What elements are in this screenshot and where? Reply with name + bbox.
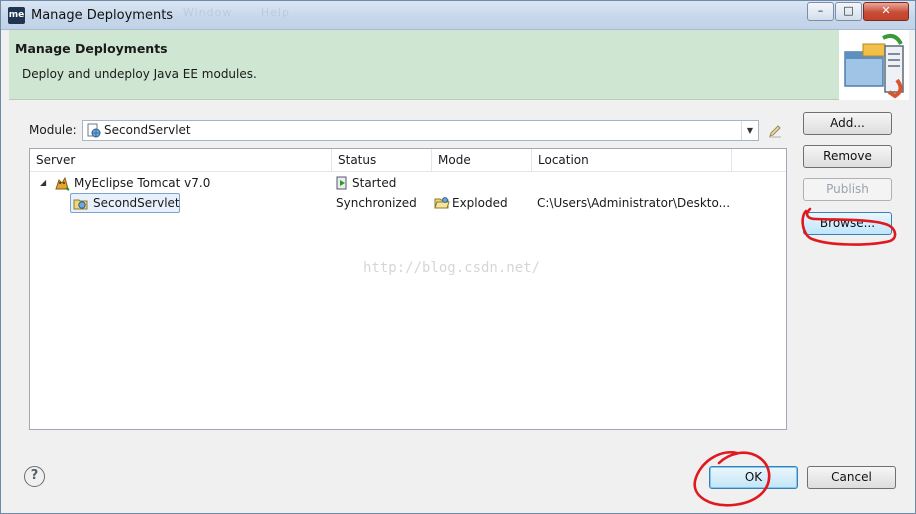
- minimize-button[interactable]: –: [807, 2, 834, 21]
- header-description: Deploy and undeploy Java EE modules.: [22, 67, 257, 81]
- myeclipse-app-icon: me: [8, 7, 25, 24]
- status-text: Synchronized: [336, 196, 417, 210]
- location-text: C:\Users\Administrator\Deskto...: [537, 196, 731, 210]
- server-name: MyEclipse Tomcat v7.0: [74, 176, 211, 190]
- cancel-button[interactable]: Cancel: [807, 466, 896, 489]
- header-title: Manage Deployments: [15, 41, 168, 56]
- dialog-header: Manage Deployments Deploy and undeploy J…: [9, 30, 909, 100]
- background-menu-ghost: ... Window Help: [141, 6, 314, 19]
- column-header-location[interactable]: Location: [532, 149, 732, 172]
- selected-module-item[interactable]: SecondServlet: [70, 193, 180, 213]
- exploded-folder-icon: [434, 197, 450, 209]
- table-row[interactable]: ◢ MyEclipse Tomcat v7.0 Started: [30, 173, 786, 193]
- title-bar[interactable]: me Manage Deployments ... Window Help – …: [1, 1, 915, 30]
- column-header-mode[interactable]: Mode: [432, 149, 532, 172]
- status-text: Started: [352, 176, 397, 190]
- maximize-button[interactable]: □: [835, 2, 862, 21]
- module-combo[interactable]: SecondServlet ▼: [82, 120, 759, 141]
- browse-button[interactable]: Browse...: [803, 212, 892, 235]
- publish-button[interactable]: Publish: [803, 178, 892, 201]
- table-row[interactable]: SecondServlet Synchronized Exploded C:\U…: [30, 193, 786, 213]
- column-header-status[interactable]: Status: [332, 149, 432, 172]
- module-name: SecondServlet: [93, 196, 180, 210]
- help-icon[interactable]: ?: [24, 466, 45, 487]
- watermark: http://blog.csdn.net/: [363, 260, 541, 276]
- expand-arrow-icon[interactable]: ◢: [40, 173, 46, 193]
- chevron-down-icon[interactable]: ▼: [741, 121, 758, 140]
- mode-text: Exploded: [452, 196, 508, 210]
- started-icon: [336, 176, 347, 190]
- status-cell: Started: [336, 173, 426, 193]
- ok-button[interactable]: OK: [709, 466, 798, 489]
- module-label: Module:: [29, 123, 77, 137]
- ghost-menu-item: ...: [141, 6, 155, 19]
- ghost-menu-item: Help: [260, 6, 290, 19]
- tomcat-server-icon: [55, 176, 70, 191]
- ghost-menu-item: Window: [183, 6, 233, 19]
- mode-cell: Exploded: [434, 193, 530, 213]
- pencil-icon[interactable]: [768, 124, 782, 138]
- module-combo-value: SecondServlet: [104, 123, 191, 137]
- deployments-table[interactable]: Server Status Mode Location ◢ MyEclipse …: [29, 148, 787, 430]
- close-button[interactable]: ✕: [863, 2, 909, 21]
- web-module-icon: [87, 123, 101, 138]
- manage-deployments-dialog: me Manage Deployments ... Window Help – …: [0, 0, 916, 514]
- add-button[interactable]: Add...: [803, 112, 892, 135]
- web-module-icon: [73, 199, 88, 210]
- table-header: Server Status Mode Location: [30, 149, 786, 172]
- deploy-wizard-icon: [839, 30, 909, 100]
- column-header-server[interactable]: Server: [30, 149, 332, 172]
- remove-button[interactable]: Remove: [803, 145, 892, 168]
